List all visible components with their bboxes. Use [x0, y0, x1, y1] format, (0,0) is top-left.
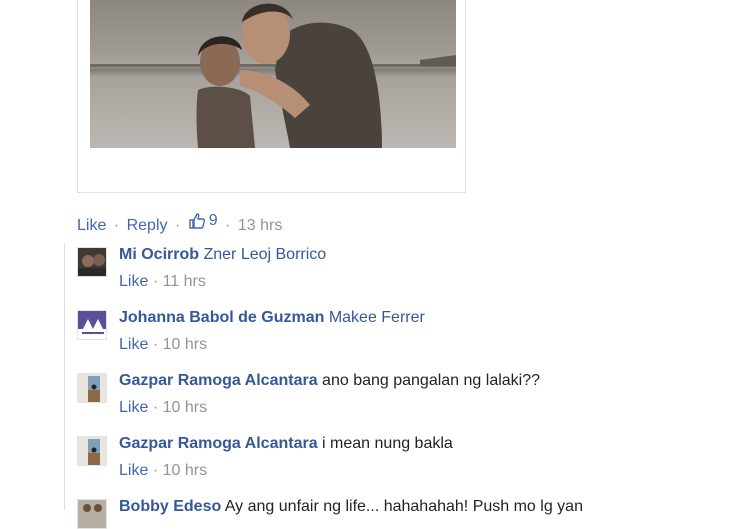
like-link[interactable]: Like [119, 399, 148, 416]
author-name[interactable]: Gazpar Ramoga Alcantara [119, 372, 318, 389]
reply-meta: Like · 11 hrs [119, 272, 206, 292]
post-comment-actions: Like · Reply · 9 · 13 hrs [77, 211, 282, 236]
avatar[interactable] [77, 373, 107, 403]
like-link[interactable]: Like [119, 273, 148, 290]
avatar-photo [78, 500, 106, 528]
reply-body: Gazpar Ramoga Alcantara i mean nung bakl… [119, 434, 453, 454]
separator: · [152, 336, 159, 353]
separator: · [113, 217, 120, 234]
reaction-count-value: 9 [208, 212, 218, 229]
author-name[interactable]: Gazpar Ramoga Alcantara [119, 435, 318, 452]
reply-time[interactable]: 10 hrs [163, 462, 207, 479]
reply-link[interactable]: Reply [127, 217, 168, 234]
reply-body: Mi Ocirrob Zner Leoj Borrico [119, 245, 326, 265]
reply-meta: Like · 10 hrs [119, 461, 207, 481]
reply-text: i mean nung bakla [322, 435, 453, 452]
reply-meta: Like · 10 hrs [119, 398, 207, 418]
reply-time[interactable]: 11 hrs [163, 273, 206, 290]
reply-body: Gazpar Ramoga Alcantara ano bang pangala… [119, 371, 540, 391]
attached-photo[interactable] [90, 0, 456, 148]
reply-body: Bobby Edeso Ay ang unfair ng life... hah… [119, 497, 583, 517]
reply-body: Johanna Babol de Guzman Makee Ferrer [119, 308, 425, 328]
avatar-photo [78, 248, 106, 276]
avatar-photo [78, 311, 106, 339]
reply-text: ano bang pangalan ng lalaki?? [322, 372, 541, 389]
thumbs-up-icon [189, 213, 205, 229]
reply-text: Ay ang unfair ng life... hahahahah! Push… [224, 498, 583, 515]
avatar[interactable] [77, 310, 107, 340]
separator: · [225, 217, 231, 234]
separator: · [152, 399, 159, 416]
attached-photo-card[interactable] [77, 0, 466, 193]
reply-time[interactable]: 10 hrs [163, 399, 207, 416]
reaction-count[interactable]: 9 [188, 211, 218, 231]
avatar[interactable] [77, 436, 107, 466]
reply-time[interactable]: 10 hrs [163, 336, 207, 353]
separator: · [152, 273, 159, 290]
avatar[interactable] [77, 499, 107, 529]
like-link[interactable]: Like [77, 217, 106, 234]
like-link[interactable]: Like [119, 462, 148, 479]
avatar[interactable] [77, 247, 107, 277]
replies-thread-rail [64, 243, 65, 510]
like-link[interactable]: Like [119, 336, 148, 353]
avatar-photo [78, 374, 106, 402]
author-name[interactable]: Johanna Babol de Guzman [119, 309, 324, 326]
author-name[interactable]: Bobby Edeso [119, 498, 221, 515]
separator: · [174, 217, 181, 234]
comment-time[interactable]: 13 hrs [238, 217, 282, 234]
separator: · [152, 462, 159, 479]
avatar-photo [78, 437, 106, 465]
reply-meta: Like · 10 hrs [119, 335, 207, 355]
tagged-name[interactable]: Zner Leoj Borrico [203, 246, 326, 263]
photo-illustration [90, 3, 456, 148]
author-name[interactable]: Mi Ocirrob [119, 246, 199, 263]
tagged-name[interactable]: Makee Ferrer [329, 309, 425, 326]
